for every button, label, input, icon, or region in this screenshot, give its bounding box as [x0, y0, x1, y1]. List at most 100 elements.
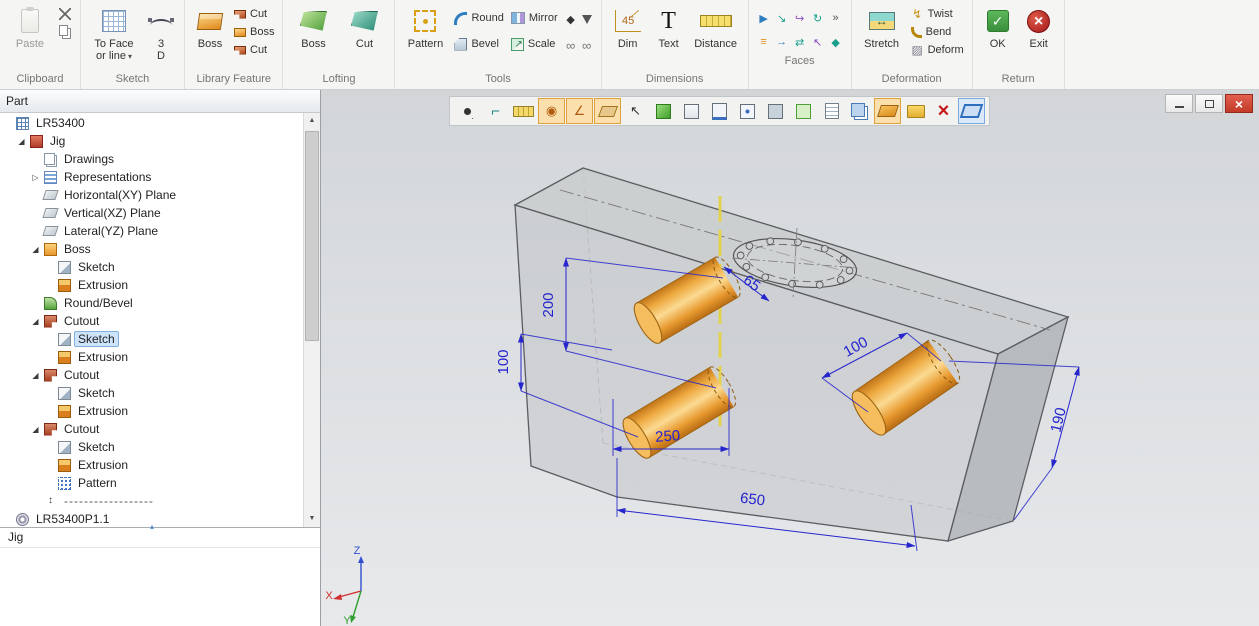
scrollbar-thumb[interactable] [305, 131, 319, 341]
tree-item-extrusion[interactable]: Extrusion [0, 402, 303, 420]
select-body-icon[interactable] [650, 98, 677, 124]
dim-button[interactable]: 45 Dim [608, 2, 648, 50]
tree-item-cutout[interactable]: ◢Cutout [0, 366, 303, 384]
tree-item-sketch[interactable]: Sketch [0, 438, 303, 456]
bevel-button[interactable]: Bevel [452, 36, 505, 52]
face-chevron-icon[interactable]: » [828, 11, 844, 25]
select-face-icon[interactable] [678, 98, 705, 124]
maximize-button[interactable] [1195, 94, 1223, 113]
delete-red-icon[interactable] [930, 98, 957, 124]
select-vertex-icon[interactable] [734, 98, 761, 124]
tree-item-sketch[interactable]: Sketch [0, 330, 303, 348]
lofting-cut-button[interactable]: Cut [340, 2, 388, 50]
collapse-icon[interactable]: ◢ [30, 317, 41, 326]
scroll-down-icon[interactable]: ▼ [304, 511, 320, 527]
folder-icon[interactable] [902, 98, 929, 124]
to-face-button[interactable]: To Face or line▾ [87, 2, 141, 63]
collapse-icon[interactable]: ◢ [30, 371, 41, 380]
face-arrow-2-icon[interactable]: ↘ [774, 11, 790, 25]
separator-icon: ↕ [44, 495, 57, 508]
part-block[interactable] [515, 168, 1068, 541]
round-button[interactable]: Round [452, 10, 505, 26]
select-edge-icon[interactable] [706, 98, 733, 124]
link-icon[interactable]: ∞ [566, 38, 575, 53]
tree-item-round-bevel[interactable]: Round/Bevel [0, 294, 303, 312]
copy-button[interactable] [57, 24, 74, 40]
collapse-icon[interactable]: ◢ [16, 137, 27, 146]
tree-item-jig[interactable]: ◢Jig [0, 132, 303, 150]
pin-icon[interactable] [454, 98, 481, 124]
tree-item-extrusion[interactable]: Extrusion [0, 456, 303, 474]
tree-item-boss[interactable]: ◢Boss [0, 240, 303, 258]
snap-axis-icon[interactable] [566, 98, 593, 124]
twist-button[interactable]: Twist [909, 6, 966, 22]
plumb-icon[interactable] [582, 15, 592, 24]
pattern-button[interactable]: Pattern [401, 2, 449, 50]
face-swap-icon[interactable]: ⇄ [792, 35, 808, 49]
snap-plane-icon[interactable] [594, 98, 621, 124]
expand-icon[interactable]: ▷ [30, 173, 41, 182]
tree-item-drawings[interactable]: Drawings [0, 150, 303, 168]
face-arrow-3-icon[interactable]: ↪ [792, 11, 808, 25]
deform-button[interactable]: Deform [909, 42, 966, 58]
sketch-3d-button[interactable]: 3 D [144, 2, 178, 62]
face-diamond-icon[interactable]: ◆ [828, 35, 844, 49]
text-button[interactable]: T Text [651, 2, 687, 50]
viewport-3d[interactable]: 200 100 65 100 250 190 650 Z X Y [321, 90, 1259, 626]
tree-item-lr53400[interactable]: LR53400 [0, 114, 303, 132]
library-boss-button[interactable]: Boss [191, 2, 229, 50]
tree-item-[interactable]: ↕------------------ [0, 492, 303, 510]
library-boss-small-button[interactable]: Boss [232, 24, 276, 40]
tree-item-sketch[interactable]: Sketch [0, 384, 303, 402]
tree-item-pattern[interactable]: Pattern [0, 474, 303, 492]
tree-item-cutout[interactable]: ◢Cutout [0, 312, 303, 330]
mirror-button[interactable]: Mirror [509, 10, 560, 26]
distance-button[interactable]: Distance [690, 2, 742, 50]
splitter-handle-icon[interactable]: ▴ [150, 522, 154, 531]
face-bars-icon[interactable]: ≡ [756, 35, 772, 49]
tree-item-lateral-yz-plane[interactable]: Lateral(YZ) Plane [0, 222, 303, 240]
layers-icon[interactable] [846, 98, 873, 124]
face-pull-icon[interactable]: ↖ [810, 35, 826, 49]
snap-point-icon[interactable] [538, 98, 565, 124]
tree-item-extrusion[interactable]: Extrusion [0, 276, 303, 294]
paste-button[interactable]: Paste [6, 2, 54, 50]
cut-button[interactable] [57, 6, 74, 22]
tree-item-representations[interactable]: ▷Representations [0, 168, 303, 186]
tree-scrollbar[interactable]: ▲ ▼ [303, 113, 320, 527]
library-cut-top-button[interactable]: Cut [232, 6, 276, 22]
sheet-icon[interactable] [818, 98, 845, 124]
tree-item-cutout[interactable]: ◢Cutout [0, 420, 303, 438]
face-arrow-1-icon[interactable]: ▶ [756, 11, 772, 25]
face-move-icon[interactable]: → [774, 35, 790, 49]
collapse-icon[interactable]: ◢ [30, 245, 41, 254]
collapse-icon[interactable]: ◢ [30, 425, 41, 434]
gem-icon[interactable]: ◆ [566, 13, 574, 26]
stretch-button[interactable]: Stretch [858, 2, 906, 50]
ok-button[interactable]: OK [979, 2, 1017, 50]
exit-button[interactable]: Exit [1020, 2, 1058, 50]
minimize-button[interactable] [1165, 94, 1193, 113]
lofting-boss-button[interactable]: Boss [289, 2, 337, 50]
surface-icon[interactable] [874, 98, 901, 124]
measure-angle-icon[interactable] [482, 98, 509, 124]
tree-item-horizontal-xy-plane[interactable]: Horizontal(XY) Plane [0, 186, 303, 204]
ruler-icon[interactable] [510, 98, 537, 124]
face-rotate-icon[interactable]: ↻ [810, 11, 826, 25]
part-grid-icon [16, 117, 29, 130]
tree-item-vertical-xz-plane[interactable]: Vertical(XZ) Plane [0, 204, 303, 222]
library-cut-bottom-button[interactable]: Cut [232, 42, 276, 58]
tree-item-extrusion[interactable]: Extrusion [0, 348, 303, 366]
active-part-label[interactable]: Jig [0, 528, 320, 548]
select-filter-icon[interactable] [622, 98, 649, 124]
tree-item-sketch[interactable]: Sketch [0, 258, 303, 276]
bend-button[interactable]: Bend [909, 24, 966, 40]
select-solid-icon[interactable] [762, 98, 789, 124]
close-button[interactable]: × [1225, 94, 1253, 113]
scale-button[interactable]: Scale [509, 36, 560, 52]
chain-icon[interactable]: ∞ [582, 38, 591, 53]
ok-check-icon [987, 10, 1009, 32]
plane-swap-icon[interactable] [958, 98, 985, 124]
select-green-icon[interactable] [790, 98, 817, 124]
scroll-up-icon[interactable]: ▲ [304, 113, 320, 129]
